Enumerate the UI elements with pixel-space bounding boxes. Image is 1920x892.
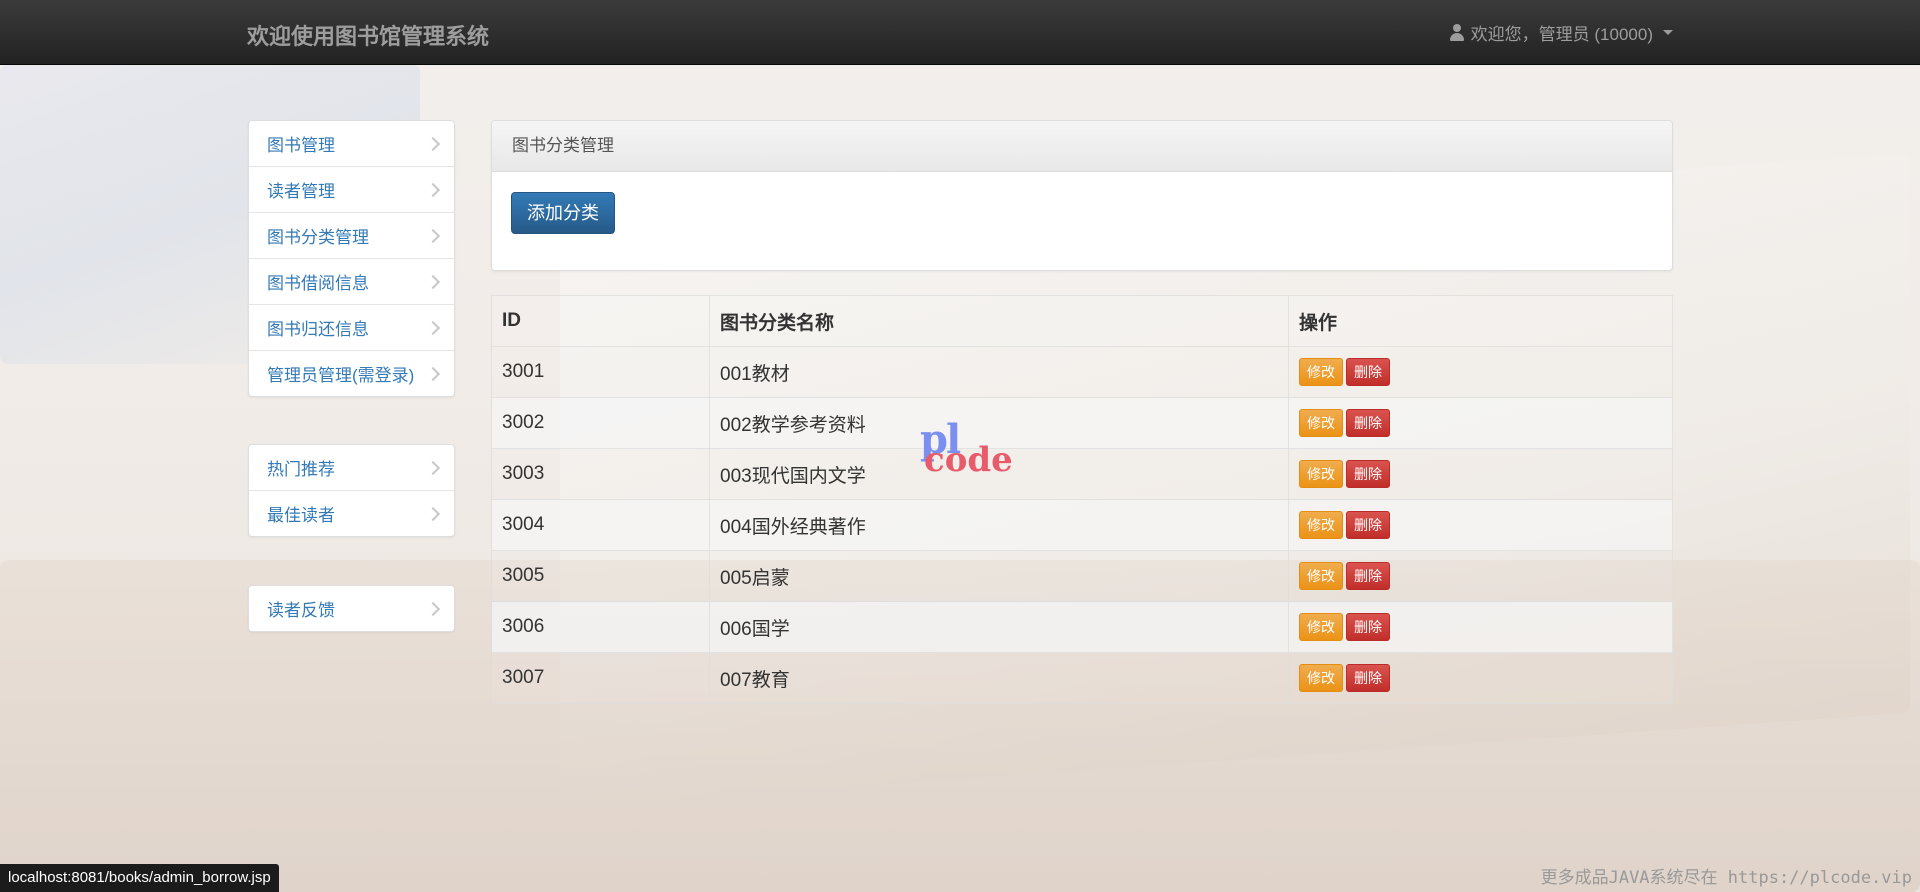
table-row: 3007 007教育 修改 删除 xyxy=(491,652,1673,704)
delete-button[interactable]: 删除 xyxy=(1346,664,1390,692)
cell-id: 3004 xyxy=(491,499,710,551)
chevron-right-icon xyxy=(425,506,441,521)
cell-name: 007教育 xyxy=(709,652,1289,704)
sidebar-item-admin-management[interactable]: 管理员管理(需登录) xyxy=(249,350,454,396)
column-header-action: 操作 xyxy=(1288,295,1673,347)
sidebar-item-label: 读者反馈 xyxy=(267,601,335,620)
sidebar-item-hot-recommend[interactable]: 热门推荐 xyxy=(249,445,454,490)
cell-actions: 修改 删除 xyxy=(1288,499,1673,551)
sidebar-item-label: 热门推荐 xyxy=(267,460,335,479)
sidebar-item-category-management[interactable]: 图书分类管理 xyxy=(249,212,454,258)
cell-id: 3003 xyxy=(491,448,710,500)
table-row: 3006 006国学 修改 删除 xyxy=(491,601,1673,653)
sidebar-item-label: 图书归还信息 xyxy=(267,320,369,339)
chevron-right-icon xyxy=(425,182,441,197)
cell-id: 3002 xyxy=(491,397,710,449)
top-navbar: 欢迎使用图书馆管理系统 欢迎您，管理员 (10000) xyxy=(0,0,1920,65)
sidebar-group-recommend: 热门推荐 最佳读者 xyxy=(248,444,455,537)
user-icon xyxy=(1449,23,1465,42)
cell-actions: 修改 删除 xyxy=(1288,448,1673,500)
panel-heading: 图书分类管理 xyxy=(492,121,1672,172)
table-row: 3005 005启蒙 修改 删除 xyxy=(491,550,1673,602)
delete-button[interactable]: 删除 xyxy=(1346,562,1390,590)
cell-name: 004国外经典著作 xyxy=(709,499,1289,551)
sidebar-item-return-info[interactable]: 图书归还信息 xyxy=(249,304,454,350)
delete-button[interactable]: 删除 xyxy=(1346,460,1390,488)
edit-button[interactable]: 修改 xyxy=(1299,562,1343,590)
edit-button[interactable]: 修改 xyxy=(1299,511,1343,539)
table-header-row: ID 图书分类名称 操作 xyxy=(491,295,1673,347)
cell-id: 3007 xyxy=(491,652,710,704)
cell-actions: 修改 删除 xyxy=(1288,397,1673,449)
navbar-brand[interactable]: 欢迎使用图书馆管理系统 xyxy=(247,19,489,51)
category-table-container: ID 图书分类名称 操作 3001 001教材 修改 删除 3002 002教学参… xyxy=(491,295,1673,704)
cell-actions: 修改 删除 xyxy=(1288,601,1673,653)
plcode-watermark-logo: pl code xyxy=(920,416,1013,480)
delete-button[interactable]: 删除 xyxy=(1346,511,1390,539)
table-row: 3004 004国外经典著作 修改 删除 xyxy=(491,499,1673,551)
sidebar-group-management: 图书管理 读者管理 图书分类管理 图书借阅信息 图书归还信息 管理员管理(需登录… xyxy=(248,120,455,397)
sidebar-item-label: 图书管理 xyxy=(267,136,335,155)
table-row: 3003 003现代国内文学 修改 删除 xyxy=(491,448,1673,500)
sidebar-item-label: 管理员管理(需登录) xyxy=(267,366,415,385)
edit-button[interactable]: 修改 xyxy=(1299,358,1343,386)
watermark-code-text: code xyxy=(924,440,1013,480)
user-menu-dropdown[interactable]: 欢迎您，管理员 (10000) xyxy=(1449,20,1673,45)
sidebar-item-best-readers[interactable]: 最佳读者 xyxy=(249,490,454,536)
sidebar-item-book-management[interactable]: 图书管理 xyxy=(249,121,454,166)
cell-actions: 修改 删除 xyxy=(1288,550,1673,602)
edit-button[interactable]: 修改 xyxy=(1299,409,1343,437)
chevron-right-icon xyxy=(425,136,441,151)
cell-name: 005启蒙 xyxy=(709,550,1289,602)
add-category-button[interactable]: 添加分类 xyxy=(511,192,615,234)
chevron-right-icon xyxy=(425,274,441,289)
table-row: 3001 001教材 修改 删除 xyxy=(491,346,1673,398)
delete-button[interactable]: 删除 xyxy=(1346,358,1390,386)
cell-name: 001教材 xyxy=(709,346,1289,398)
sidebar-group-feedback: 读者反馈 xyxy=(248,585,455,632)
user-menu-label: 欢迎您，管理员 (10000) xyxy=(1470,25,1653,44)
category-panel: 图书分类管理 添加分类 xyxy=(491,120,1673,271)
chevron-right-icon xyxy=(425,460,441,475)
cell-id: 3005 xyxy=(491,550,710,602)
category-table: ID 图书分类名称 操作 3001 001教材 修改 删除 3002 002教学参… xyxy=(491,295,1673,704)
sidebar-item-borrow-info[interactable]: 图书借阅信息 xyxy=(249,258,454,304)
cell-id: 3006 xyxy=(491,601,710,653)
chevron-right-icon xyxy=(425,320,441,335)
cell-name: 006国学 xyxy=(709,601,1289,653)
cell-actions: 修改 删除 xyxy=(1288,346,1673,398)
browser-status-url: localhost:8081/books/admin_borrow.jsp xyxy=(0,864,279,892)
edit-button[interactable]: 修改 xyxy=(1299,664,1343,692)
caret-down-icon xyxy=(1663,30,1673,35)
sidebar-item-reader-feedback[interactable]: 读者反馈 xyxy=(249,586,454,631)
delete-button[interactable]: 删除 xyxy=(1346,613,1390,641)
delete-button[interactable]: 删除 xyxy=(1346,409,1390,437)
chevron-right-icon xyxy=(425,366,441,381)
sidebar-item-label: 图书分类管理 xyxy=(267,228,369,247)
edit-button[interactable]: 修改 xyxy=(1299,613,1343,641)
column-header-name: 图书分类名称 xyxy=(709,295,1289,347)
footer-promo-text: 更多成品JAVA系统尽在 https://plcode.vip xyxy=(1540,868,1912,888)
sidebar-item-reader-management[interactable]: 读者管理 xyxy=(249,166,454,212)
edit-button[interactable]: 修改 xyxy=(1299,460,1343,488)
sidebar-item-label: 最佳读者 xyxy=(267,506,335,525)
cell-actions: 修改 删除 xyxy=(1288,652,1673,704)
sidebar-item-label: 读者管理 xyxy=(267,182,335,201)
chevron-right-icon xyxy=(425,228,441,243)
cell-id: 3001 xyxy=(491,346,710,398)
table-row: 3002 002教学参考资料 修改 删除 xyxy=(491,397,1673,449)
column-header-id: ID xyxy=(491,295,710,347)
chevron-right-icon xyxy=(425,601,441,616)
sidebar-item-label: 图书借阅信息 xyxy=(267,274,369,293)
